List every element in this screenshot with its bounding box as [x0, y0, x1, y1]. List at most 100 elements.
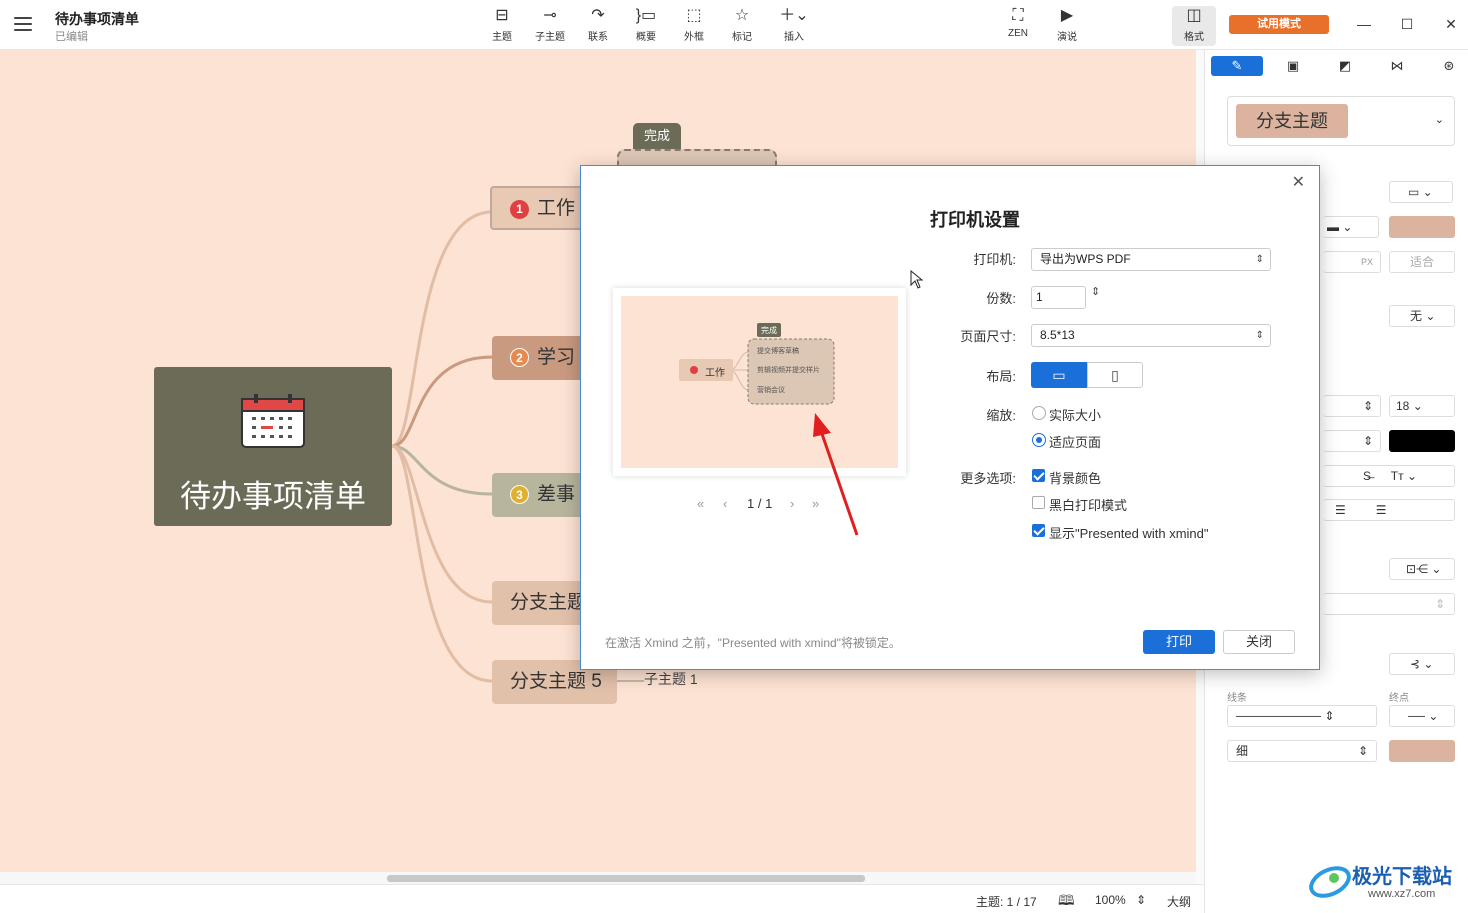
line-end-select[interactable]: ── ⌄ [1389, 705, 1455, 727]
dialog-close-icon[interactable]: ✕ [1292, 172, 1305, 192]
page-indicator: 1 / 1 [747, 496, 773, 511]
book-icon[interactable]: 🕮 [1058, 890, 1075, 913]
scale-label: 缩放: [986, 408, 1016, 423]
branch-topic-study[interactable]: 2 学习 [492, 336, 592, 380]
scrollbar-thumb[interactable] [387, 875, 865, 882]
font-family-stepper[interactable]: ⇕ [1323, 395, 1381, 417]
pagesize-select[interactable]: 8.5*13 ⇕ [1031, 324, 1271, 347]
panel-tabs: ✎ ▣ ◩ ⋈ ⊛ [1211, 56, 1461, 78]
background-color-label: 背景颜色 [1049, 471, 1102, 486]
fill-color-swatch[interactable] [1389, 216, 1455, 238]
more-options-label: 更多选项: [960, 471, 1016, 486]
outline-button[interactable]: 大纲 [1167, 893, 1191, 910]
map-icon[interactable]: ⋈ [1371, 56, 1423, 76]
scale-actual-radio[interactable] [1032, 406, 1046, 420]
font-size-select[interactable]: 18 ⌄ [1389, 395, 1455, 417]
plus-icon: ＋⌄ [779, 7, 809, 24]
border-style-select[interactable]: ▬ ⌄ [1323, 216, 1379, 238]
portrait-layout-icon[interactable]: ▯ [1087, 362, 1143, 388]
trial-mode-button[interactable]: 试用模式 [1229, 15, 1329, 34]
branch-topic-errands[interactable]: 3 差事 [492, 473, 592, 517]
calendar-icon [241, 394, 305, 448]
print-settings-dialog: ✕ 打印机设置 完成 工作 提交博客草稿 剪辑视频并提交样片 营销会议 « ‹ … [580, 165, 1320, 670]
pagesize-label: 页面尺寸: [960, 329, 1016, 344]
tool-subtopic-button[interactable]: ⊸ 子主题 [528, 6, 572, 46]
text-align-group[interactable]: ☰ ☰ [1323, 499, 1455, 521]
watermark-brand: 极光下载站 [1352, 866, 1452, 888]
zen-mode-button[interactable]: ⛶ ZEN [996, 6, 1040, 46]
font-weight-stepper[interactable]: ⇕ [1323, 430, 1381, 452]
print-button[interactable]: 打印 [1143, 630, 1215, 654]
branch-topic-4[interactable]: 分支主题 [492, 581, 592, 625]
priority-1-icon: 1 [510, 200, 529, 219]
text-color-swatch[interactable] [1389, 430, 1455, 452]
bw-mode-checkbox[interactable] [1032, 496, 1045, 509]
line-width-select[interactable]: 细 ⇕ [1227, 740, 1377, 762]
branch-style-stepper[interactable]: ⇕ [1323, 593, 1455, 615]
border-width-input[interactable]: PX [1323, 251, 1381, 273]
fit-button[interactable]: 适合 [1389, 251, 1455, 273]
star-icon: ☆ [734, 7, 750, 24]
top-toolbar: 待办事项清单 已编辑 ⊟ 主题 ⊸ 子主题 ↷ 联系 }▭ 概要 ⬚ 外框 ☆ … [0, 0, 1468, 50]
status-bar: 主题: 1 / 17 🕮 100% ⇕ 大纲 [0, 884, 1204, 913]
layout-label: 布局: [986, 369, 1016, 384]
theme-icon[interactable]: ⊛ [1423, 56, 1468, 76]
branch-label: 差事 [537, 484, 576, 505]
structure-select[interactable]: ⊡⋲ ⌄ [1389, 558, 1455, 580]
relationship-icon: ↷ [591, 7, 605, 24]
shape-select[interactable]: ▭ ⌄ [1389, 181, 1453, 203]
next-page-icon[interactable]: › [790, 496, 794, 511]
priority-3-icon: 3 [510, 485, 529, 504]
prev-page-icon[interactable]: ‹ [723, 496, 727, 511]
style-chip: 分支主题 [1236, 104, 1348, 138]
preview-item: 提交博客草稿 [757, 348, 799, 355]
first-page-icon[interactable]: « [697, 496, 704, 511]
style-icon[interactable]: ✎ [1211, 56, 1263, 76]
presented-with-checkbox[interactable] [1032, 524, 1045, 537]
scale-actual-label: 实际大小 [1049, 408, 1102, 423]
topic-style-select[interactable]: 分支主题 ⌄ [1227, 96, 1455, 146]
close-button[interactable]: 关闭 [1223, 630, 1295, 654]
tool-topic-button[interactable]: ⊟ 主题 [480, 6, 524, 46]
slide-icon[interactable]: ▣ [1267, 56, 1319, 76]
copies-stepper-icon[interactable]: ⇕ [1091, 285, 1100, 298]
text-decoration-group[interactable]: S̶ Tт ⌄ [1323, 465, 1455, 487]
background-color-checkbox[interactable] [1032, 469, 1045, 482]
zoom-stepper-icon[interactable]: ⇕ [1136, 893, 1146, 907]
zoom-level[interactable]: 100% [1095, 893, 1126, 907]
minimize-icon[interactable]: — [1351, 12, 1377, 36]
summary-icon: }▭ [635, 7, 657, 24]
priority-2-icon: 2 [510, 348, 529, 367]
maximize-icon[interactable]: ☐ [1394, 12, 1420, 36]
watermark-url: www.xz7.com [1368, 888, 1436, 900]
none-select[interactable]: 无 ⌄ [1389, 305, 1455, 327]
sticker-icon[interactable]: ◩ [1319, 56, 1371, 76]
tool-relationship-button[interactable]: ↷ 联系 [576, 6, 620, 46]
scale-fit-radio[interactable] [1032, 433, 1046, 447]
present-button[interactable]: ▶ 演说 [1045, 6, 1089, 46]
landscape-layout-icon[interactable]: ▭ [1031, 362, 1087, 388]
tool-insert-button[interactable]: ＋⌄ 插入 [772, 6, 816, 46]
hamburger-menu-icon[interactable] [12, 14, 34, 34]
tool-summary-button[interactable]: }▭ 概要 [624, 6, 668, 46]
central-topic[interactable]: 待办事项清单 [154, 367, 392, 526]
updown-icon: ⇕ [1255, 330, 1264, 341]
line-style-select[interactable]: ────────── ⇕ [1227, 705, 1377, 727]
copies-input[interactable]: 1 [1031, 286, 1086, 309]
central-topic-label: 待办事项清单 [180, 479, 366, 514]
format-panel-button[interactable]: ◫ 格式 [1172, 6, 1216, 46]
line-color-swatch[interactable] [1389, 740, 1455, 762]
last-page-icon[interactable]: » [812, 496, 819, 511]
connector-select[interactable]: ⊰ ⌄ [1389, 653, 1455, 675]
line-label: 线条 [1227, 693, 1247, 704]
tool-marker-button[interactable]: ☆ 标记 [720, 6, 764, 46]
callout-label[interactable]: 完成 [633, 123, 681, 149]
close-window-icon[interactable]: ✕ [1438, 12, 1464, 36]
tool-boundary-button[interactable]: ⬚ 外框 [672, 6, 716, 46]
horizontal-scrollbar[interactable] [0, 872, 1196, 884]
end-label: 终点 [1389, 693, 1409, 704]
branch-label: 分支主题 [510, 592, 587, 613]
printer-select[interactable]: 导出为WPS PDF ⇕ [1031, 248, 1271, 271]
subtopic-1[interactable]: 子主题 1 [644, 669, 698, 689]
copies-label: 份数: [986, 291, 1016, 306]
